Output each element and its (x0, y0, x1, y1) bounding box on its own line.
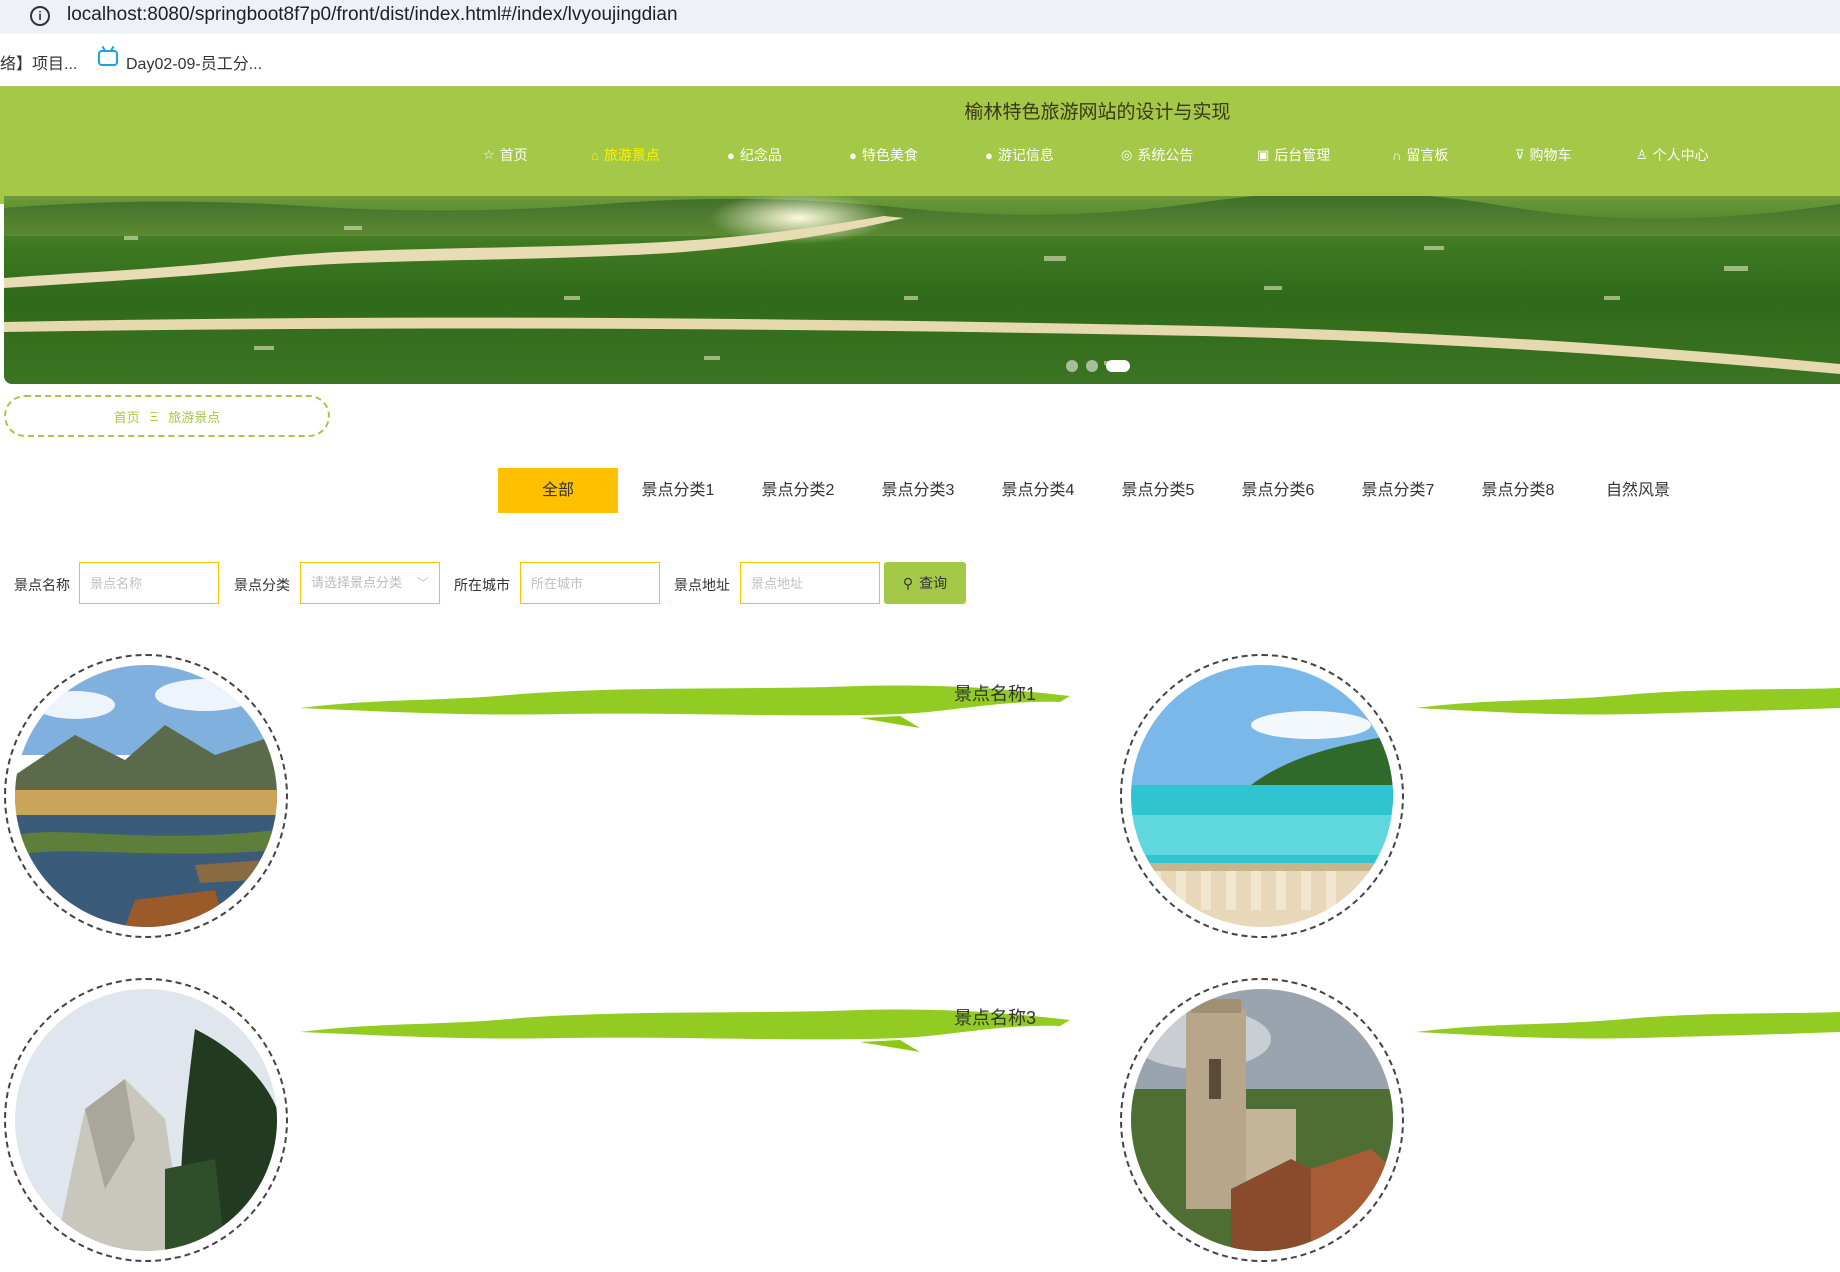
site-title: 榆林特色旅游网站的设计与实现 (964, 102, 1231, 123)
nav-scenic-spots[interactable]: ⌂ 旅游景点 (591, 145, 660, 165)
nav-user-center[interactable]: ♙ 个人中心 (1636, 145, 1709, 165)
spot-name-input[interactable] (79, 562, 219, 604)
spot-photo-mountain[interactable] (15, 989, 277, 1251)
breadcrumb: 首页 Ξ 旅游景点 (4, 395, 330, 437)
spot-photo-castle[interactable] (1131, 989, 1393, 1251)
photo-frame (4, 978, 288, 1262)
bag-icon: ⌂ (591, 147, 599, 163)
clipboard-icon: ▣ (1257, 147, 1270, 162)
user-icon: ♙ (1636, 147, 1648, 162)
headset-icon: ∩ (1392, 147, 1402, 163)
city-input[interactable] (520, 562, 660, 604)
nav-announcements[interactable]: ◎ 系统公告 (1121, 145, 1193, 165)
spot-name[interactable]: 景点名称1 (954, 680, 1036, 706)
globe-icon: ◎ (1121, 147, 1133, 162)
carousel-dot-1[interactable] (1066, 360, 1078, 372)
spot-photo-beach[interactable] (1131, 665, 1393, 927)
category-tab-natural-scenery[interactable]: 自然风景 (1578, 468, 1698, 513)
spot-address-input[interactable] (740, 562, 880, 604)
search-button-label: 查询 (919, 575, 948, 591)
brush-stroke-decoration (1416, 688, 1840, 715)
photo-frame (1120, 978, 1404, 1262)
category-tab-all[interactable]: 全部 (498, 468, 618, 513)
bookmark-2[interactable]: Day02-09-员工分... (126, 50, 262, 74)
nav-souvenirs[interactable]: ● 纪念品 (727, 145, 782, 165)
city-label: 所在城市 (454, 577, 510, 593)
category-tab-8[interactable]: 景点分类8 (1458, 468, 1578, 513)
carousel-dot-3[interactable] (1106, 360, 1130, 372)
grassland-river-image (4, 196, 1840, 374)
chevron-down-icon: ﹀ (416, 576, 429, 590)
search-button[interactable]: ⚲ 查询 (884, 562, 966, 604)
bilibili-icon (98, 50, 118, 66)
breadcrumb-current: 旅游景点 (168, 409, 221, 425)
site-info-icon[interactable]: i (30, 6, 50, 26)
spot-name[interactable]: 景点名称3 (954, 1004, 1036, 1030)
brush-stroke-decoration (1416, 1012, 1840, 1039)
category-tab-4[interactable]: 景点分类4 (978, 468, 1098, 513)
nav-travel-notes[interactable]: ● 游记信息 (985, 145, 1054, 165)
nav-admin[interactable]: ▣ 后台管理 (1257, 145, 1330, 165)
photo-frame (1120, 654, 1404, 938)
search-icon: ⚲ (902, 574, 914, 591)
nav-cart[interactable]: ⊽ 购物车 (1515, 145, 1572, 165)
spot-category-label: 景点分类 (234, 577, 290, 593)
category-tab-2[interactable]: 景点分类2 (738, 468, 858, 513)
category-tab-5[interactable]: 景点分类5 (1098, 468, 1218, 513)
breadcrumb-separator: Ξ (149, 408, 159, 424)
nav-message-board[interactable]: ∩ 留言板 (1392, 145, 1448, 165)
spot-card-1[interactable]: 景点名称1 (0, 648, 1070, 948)
category-tab-3[interactable]: 景点分类3 (858, 468, 978, 513)
info-icon: ● (849, 147, 857, 163)
photo-frame (4, 654, 288, 938)
url-text[interactable]: localhost:8080/springboot8f7p0/front/dis… (67, 4, 678, 26)
breadcrumb-home[interactable]: 首页 (114, 407, 140, 426)
category-tab-1[interactable]: 景点分类1 (618, 468, 738, 513)
spot-category-select[interactable]: 请选择景点分类 ﹀ (300, 562, 440, 604)
info-icon: ● (985, 147, 993, 163)
nav-local-food[interactable]: ● 特色美食 (849, 145, 918, 165)
category-tab-7[interactable]: 景点分类7 (1338, 468, 1458, 513)
hero-banner[interactable] (4, 196, 1840, 384)
spot-card-4[interactable] (1116, 972, 1840, 1272)
category-tab-6[interactable]: 景点分类6 (1218, 468, 1338, 513)
spot-photo-lake[interactable] (15, 665, 277, 927)
spot-card-3[interactable]: 景点名称3 (0, 972, 1070, 1272)
cart-icon: ⊽ (1515, 147, 1525, 162)
star-icon: ☆ (483, 147, 495, 162)
spot-card-2[interactable] (1116, 648, 1840, 948)
nav-home[interactable]: ☆ 首页 (483, 145, 528, 165)
bookmarks-bar (0, 34, 1840, 86)
spot-name-label: 景点名称 (14, 577, 70, 593)
info-icon: ● (727, 147, 735, 163)
bookmark-1[interactable]: 络】项目... (0, 50, 77, 74)
spot-address-label: 景点地址 (674, 577, 730, 593)
carousel-dot-2[interactable] (1086, 360, 1098, 372)
spot-category-placeholder: 请选择景点分类 (311, 575, 403, 590)
